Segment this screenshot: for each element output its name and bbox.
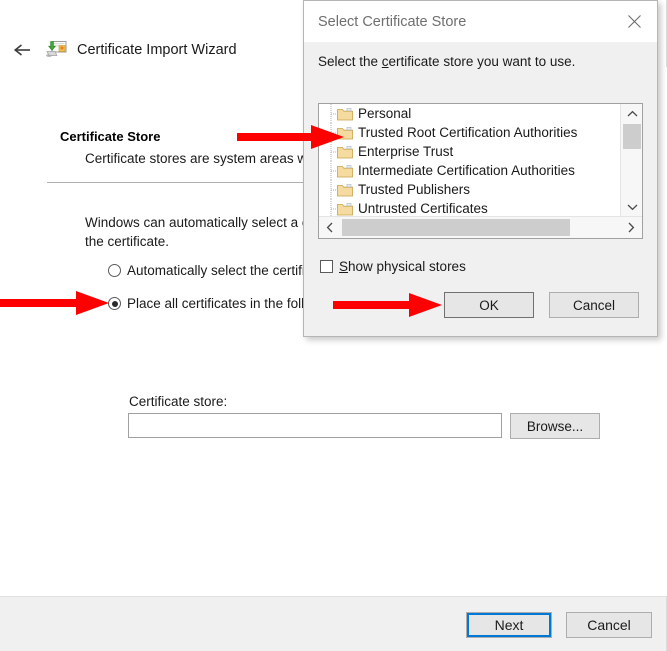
wizard-cancel-button[interactable]: Cancel: [566, 612, 652, 638]
tree-horizontal-scrollbar[interactable]: [319, 216, 642, 238]
intro-paragraph: Windows can automatically select a c the…: [85, 215, 309, 249]
tree-connector: [330, 161, 339, 180]
tree-item-label: Intermediate Certification Authorities: [358, 163, 575, 178]
dialog-cancel-button[interactable]: Cancel: [549, 292, 639, 318]
checkbox-mark: [320, 260, 333, 273]
chevron-right-icon[interactable]: [620, 217, 642, 238]
certificate-store-heading: Certificate Store: [60, 129, 161, 144]
tree-connector: [330, 104, 339, 123]
wizard-footer: Next Cancel: [0, 596, 666, 651]
chevron-left-icon[interactable]: [319, 217, 341, 238]
certificate-store-tree-panel: Personal Trusted Root Certification Auth…: [318, 103, 643, 239]
tree-item-label: Trusted Root Certification Authorities: [358, 125, 578, 140]
show-physical-stores-label: Show physical stores: [339, 259, 466, 274]
dialog-instruction: Select the certificate store you want to…: [318, 54, 575, 69]
instruction-accelerator: c: [381, 54, 389, 69]
close-icon[interactable]: [612, 1, 657, 41]
folder-icon: [337, 126, 353, 139]
folder-icon: [337, 183, 353, 196]
back-arrow-icon[interactable]: [4, 35, 42, 65]
tree-vertical-scrollbar-thumb[interactable]: [623, 124, 641, 149]
next-button[interactable]: Next: [466, 612, 552, 638]
tree-item-label: Trusted Publishers: [358, 182, 471, 197]
tree-item-intermediate-certification-authorities[interactable]: Intermediate Certification Authorities: [319, 161, 620, 180]
instruction-part-1: Select the: [318, 54, 382, 69]
tree-connector: [330, 123, 339, 142]
tree-item-trusted-root-certification-authorities[interactable]: Trusted Root Certification Authorities: [319, 123, 620, 142]
folder-icon: [337, 145, 353, 158]
radio-label-auto: Automatically select the certifi: [127, 263, 305, 278]
folder-icon: [337, 164, 353, 177]
radio-automatically-select[interactable]: Automatically select the certifi: [108, 263, 305, 278]
instruction-part-2: ertificate store you want to use.: [388, 54, 576, 69]
show-physical-rest: how physical stores: [348, 259, 466, 274]
tree-vertical-scrollbar[interactable]: [620, 104, 642, 216]
chevron-down-icon[interactable]: [621, 197, 643, 216]
tree-item-trusted-publishers[interactable]: Trusted Publishers: [319, 180, 620, 199]
folder-icon: [337, 107, 353, 120]
tree-item-label: Personal: [358, 106, 412, 121]
ok-button[interactable]: OK: [444, 292, 534, 318]
folder-icon: [337, 202, 353, 215]
radio-mark-place: [108, 297, 121, 310]
select-certificate-store-dialog: Select Certificate Store Select the cert…: [303, 0, 658, 337]
radio-label-place: Place all certificates in the follo: [127, 296, 312, 311]
show-physical-accelerator: S: [339, 259, 349, 274]
tree-connector: [330, 142, 339, 161]
tree-item-label: Enterprise Trust: [358, 144, 454, 159]
dialog-title: Select Certificate Store: [318, 13, 467, 30]
tree-item-label: Untrusted Certificates: [358, 201, 488, 216]
tree-item-enterprise-trust[interactable]: Enterprise Trust: [319, 142, 620, 161]
radio-mark-auto: [108, 264, 121, 277]
certificate-store-field-label: Certificate store:: [129, 394, 228, 409]
tree-horizontal-scrollbar-thumb[interactable]: [342, 219, 570, 236]
certificate-store-description: Certificate stores are system areas w: [85, 151, 308, 166]
tree-connector: [330, 180, 339, 199]
tree-connector: [330, 199, 339, 216]
browse-button[interactable]: Browse...: [510, 413, 600, 439]
tree-item-untrusted-certificates[interactable]: Untrusted Certificates: [319, 199, 620, 216]
certificate-store-tree[interactable]: Personal Trusted Root Certification Auth…: [319, 104, 620, 216]
certificate-store-input[interactable]: [128, 413, 502, 438]
chevron-up-icon[interactable]: [621, 104, 643, 123]
wizard-title: Certificate Import Wizard: [77, 42, 237, 58]
tree-item-personal[interactable]: Personal: [319, 104, 620, 123]
dialog-titlebar: Select Certificate Store: [304, 1, 657, 42]
radio-place-all-certificates[interactable]: Place all certificates in the follo: [108, 296, 312, 311]
show-physical-stores-checkbox[interactable]: Show physical stores: [320, 259, 466, 274]
certificate-import-icon: [46, 39, 68, 61]
